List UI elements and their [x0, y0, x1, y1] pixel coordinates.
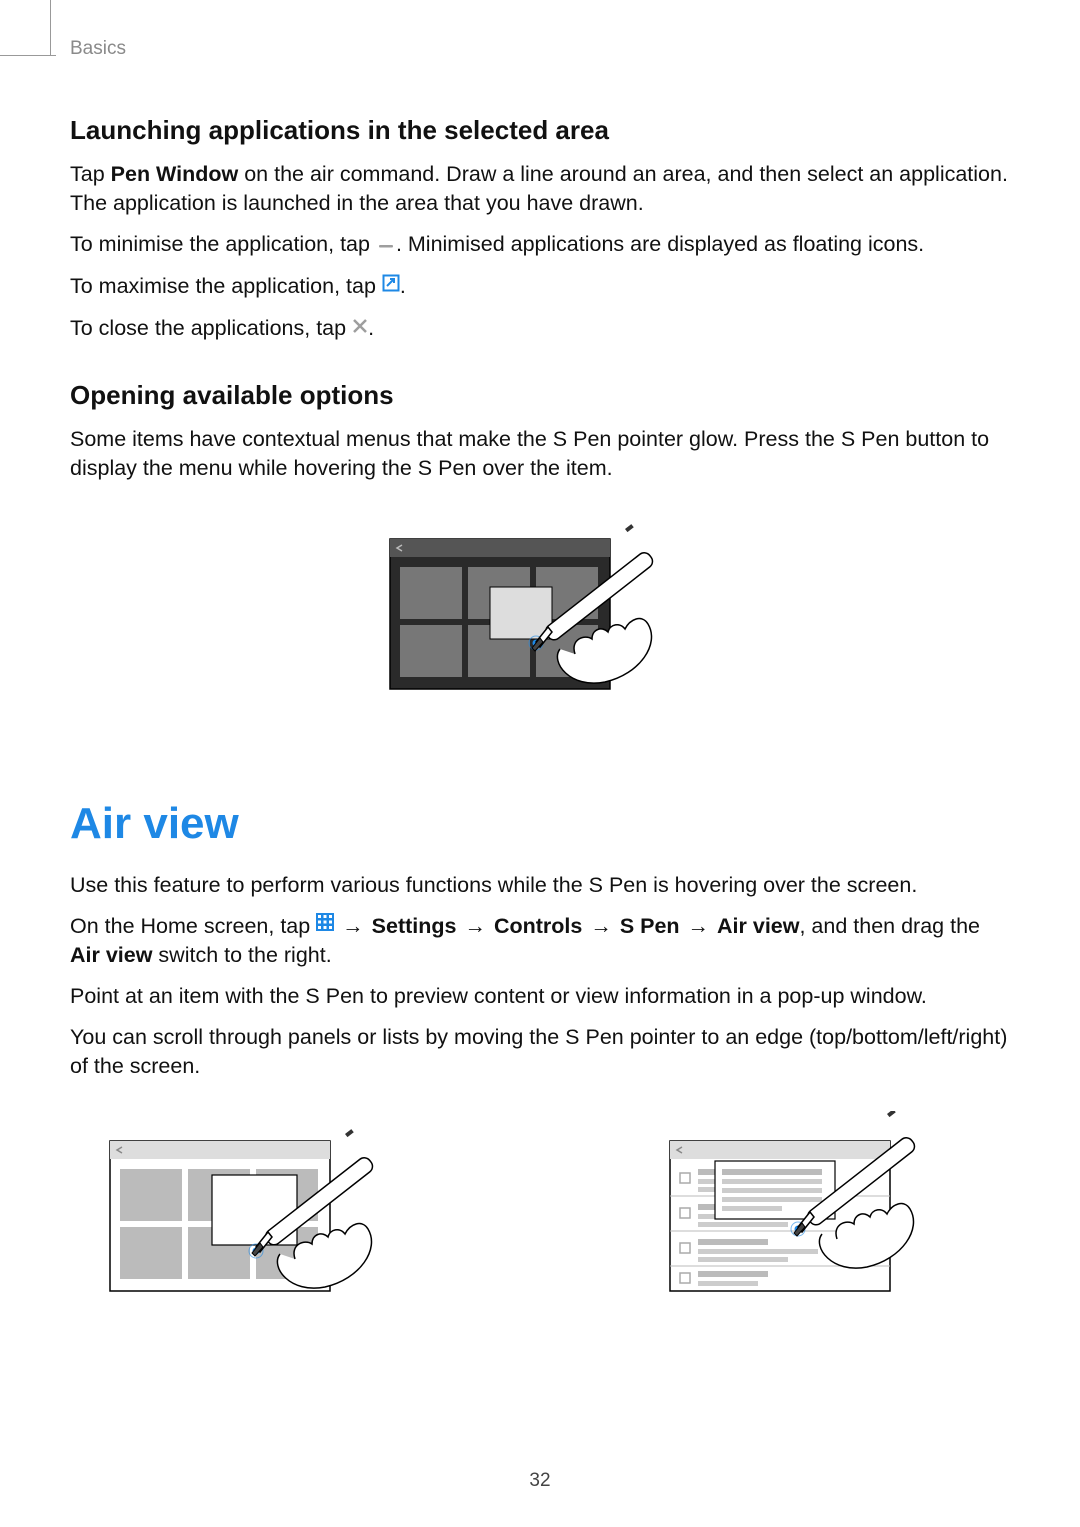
- paragraph-maximise: To maximise the application, tap .: [70, 272, 1010, 302]
- subheading-options: Opening available options: [70, 380, 1010, 411]
- illustration-airview-grid: [100, 1111, 420, 1306]
- bold-airview2: Air view: [70, 943, 152, 967]
- paragraph-airview-path: On the Home screen, tap → Settings → Con…: [70, 912, 1010, 971]
- paragraph-airview-scroll: You can scroll through panels or lists b…: [70, 1023, 1010, 1081]
- arrow-icon: →: [688, 912, 710, 941]
- heading-air-view: Air view: [70, 799, 1010, 849]
- paragraph-minimise: To minimise the application, tap . Minim…: [70, 230, 1010, 260]
- text: switch to the right.: [152, 943, 331, 967]
- text: . Minimised applications are displayed a…: [396, 232, 924, 256]
- arrow-icon: →: [342, 912, 364, 941]
- text: To minimise the application, tap: [70, 232, 376, 256]
- maximise-icon: [382, 271, 400, 300]
- text: , and then drag the: [799, 914, 980, 938]
- bold-airview: Air view: [717, 914, 799, 938]
- arrow-icon: →: [590, 912, 612, 941]
- text: .: [368, 316, 374, 340]
- text: On the Home screen, tap: [70, 914, 316, 938]
- bold-settings: Settings: [372, 914, 457, 938]
- apps-icon: [316, 910, 334, 939]
- breadcrumb: Basics: [70, 38, 1010, 60]
- bold-pen-window: Pen Window: [111, 162, 239, 186]
- bold-controls: Controls: [494, 914, 582, 938]
- text: Tap: [70, 162, 111, 186]
- paragraph-close: To close the applications, tap .: [70, 314, 1010, 344]
- bold-spen: S Pen: [620, 914, 680, 938]
- minimise-icon: [376, 229, 396, 258]
- text: .: [400, 274, 406, 298]
- illustration-airview-list: [660, 1111, 980, 1306]
- paragraph-options: Some items have contextual menus that ma…: [70, 425, 1010, 483]
- subheading-launching: Launching applications in the selected a…: [70, 115, 1010, 146]
- close-icon: [352, 313, 368, 342]
- page-number: 32: [0, 1470, 1080, 1492]
- paragraph-airview-preview: Point at an item with the S Pen to previ…: [70, 982, 1010, 1011]
- text: To maximise the application, tap: [70, 274, 382, 298]
- paragraph-airview-intro: Use this feature to perform various func…: [70, 871, 1010, 900]
- text: To close the applications, tap: [70, 316, 352, 340]
- illustration-hover-menu: [70, 519, 1010, 709]
- text: [334, 914, 340, 938]
- paragraph-pen-window: Tap Pen Window on the air command. Draw …: [70, 160, 1010, 218]
- arrow-icon: →: [464, 912, 486, 941]
